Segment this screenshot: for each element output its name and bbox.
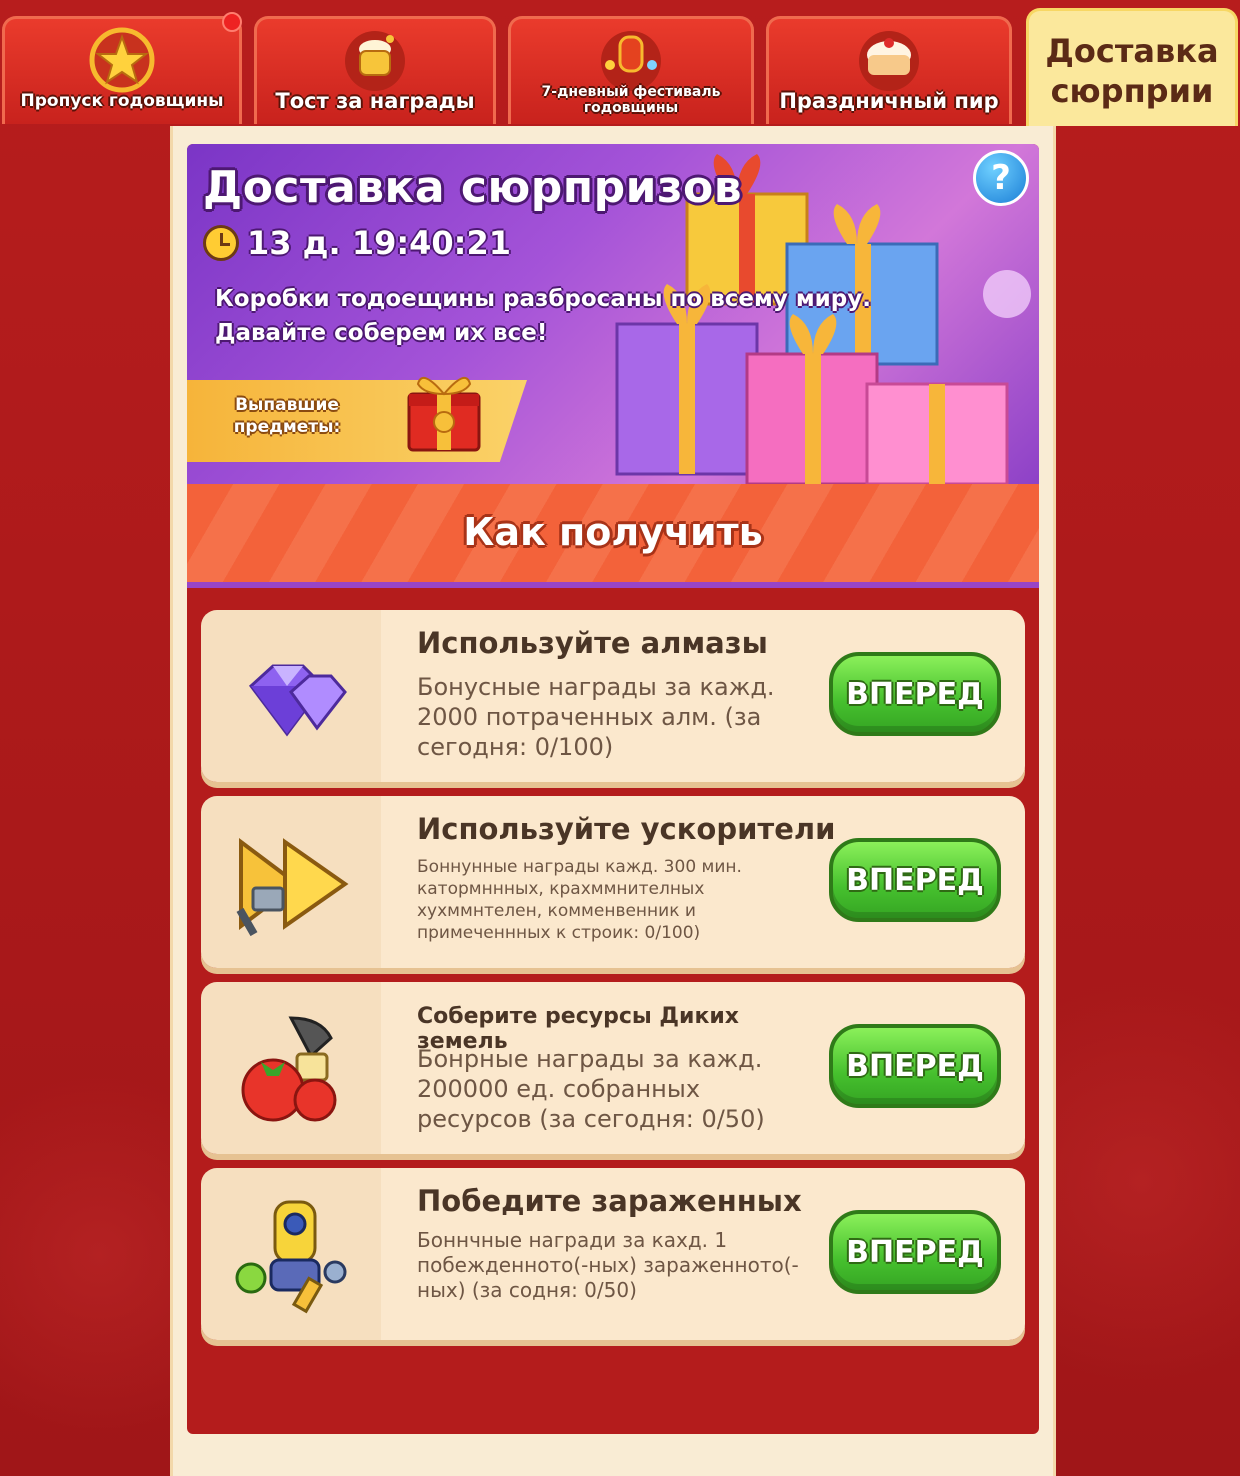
cake-icon bbox=[859, 31, 919, 91]
star-medal-icon bbox=[89, 27, 155, 93]
task-title: Победите зараженных bbox=[417, 1184, 802, 1218]
tab-label: Доставка сюрприи bbox=[1045, 32, 1219, 110]
event-banner: Доставка сюрпризов 13 д. 19:40:21 Коробк… bbox=[187, 144, 1039, 484]
tab-label: Праздничный пир bbox=[779, 89, 999, 113]
task-card-infected: Победите зараженных Боннчные награди за … bbox=[201, 1168, 1025, 1340]
tab-surprise-delivery[interactable]: Доставка сюрприи bbox=[1026, 8, 1238, 126]
task-description: Боннчные награди за кахд. 1 побежденното… bbox=[417, 1228, 799, 1302]
go-button[interactable]: ВПЕРЕД bbox=[829, 1210, 1001, 1294]
speedup-icon bbox=[236, 838, 349, 937]
event-description: Коробки тодоещины разбросаны по всему ми… bbox=[215, 282, 915, 350]
go-button[interactable]: ВПЕРЕД bbox=[829, 838, 1001, 922]
panel-inner: Доставка сюрпризов 13 д. 19:40:21 Коробк… bbox=[187, 144, 1039, 1434]
tab-anniversary-pass[interactable]: Пропуск годовщины bbox=[2, 16, 242, 124]
task-card-diamonds: Используйте алмазы Бонусные награды за к… bbox=[201, 610, 1025, 782]
task-title: Используйте ускорители bbox=[417, 812, 836, 846]
clock-icon bbox=[203, 225, 239, 261]
notification-dot bbox=[222, 12, 242, 32]
how-to-get-header: Как получить bbox=[187, 484, 1039, 588]
tab-7day-festival[interactable]: 7-дневный фестиваль годовщины bbox=[508, 16, 754, 124]
go-button[interactable]: ВПЕРЕД bbox=[829, 1024, 1001, 1108]
task-card-speedups: Используйте ускорители Боннунные награды… bbox=[201, 796, 1025, 968]
tab-toast-rewards[interactable]: Тост за награды bbox=[254, 16, 496, 124]
event-title: Доставка сюрпризов bbox=[203, 162, 743, 213]
tab-bar: Пропуск годовщины Тост за награды 7-днев… bbox=[0, 0, 1240, 126]
task-description: Бонрные награды за кажд. 200000 ед. собр… bbox=[417, 1045, 765, 1133]
how-to-get-label: Как получить bbox=[463, 510, 763, 554]
task-title: Используйте алмазы bbox=[417, 626, 768, 660]
toast-cup-icon bbox=[345, 31, 405, 91]
diamond-icon bbox=[248, 664, 347, 737]
resources-icon bbox=[241, 1016, 337, 1122]
tab-festive-feast[interactable]: Праздничный пир bbox=[766, 16, 1012, 124]
gift-box-icon[interactable] bbox=[399, 364, 489, 454]
tab-label: Тост за награды bbox=[275, 89, 475, 113]
event-timer: 13 д. 19:40:21 bbox=[203, 224, 511, 262]
timer-text: 13 д. 19:40:21 bbox=[247, 224, 511, 262]
description-line: Давайте соберем их все! bbox=[215, 320, 548, 346]
go-button[interactable]: ВПЕРЕД bbox=[829, 652, 1001, 736]
tab-label: 7-дневный фестиваль годовщины bbox=[541, 84, 721, 116]
task-description: Бонусные награды за кажд. 2000 потраченн… bbox=[417, 673, 775, 761]
task-description: Боннунные награды кажд. 300 мин. катормн… bbox=[417, 857, 742, 943]
infected-icon bbox=[235, 1200, 347, 1314]
task-card-resources: Соберите ресурсы Диких земель Бонрные на… bbox=[201, 982, 1025, 1154]
help-button[interactable]: ? bbox=[973, 150, 1029, 206]
main-panel: Доставка сюрпризов 13 д. 19:40:21 Коробк… bbox=[170, 126, 1056, 1476]
tab-label: Пропуск годовщины bbox=[20, 91, 224, 111]
description-line: Коробки тодоещины разбросаны по всему ми… bbox=[215, 286, 871, 312]
drop-items-label: Выпавшие предметы: bbox=[233, 395, 341, 437]
